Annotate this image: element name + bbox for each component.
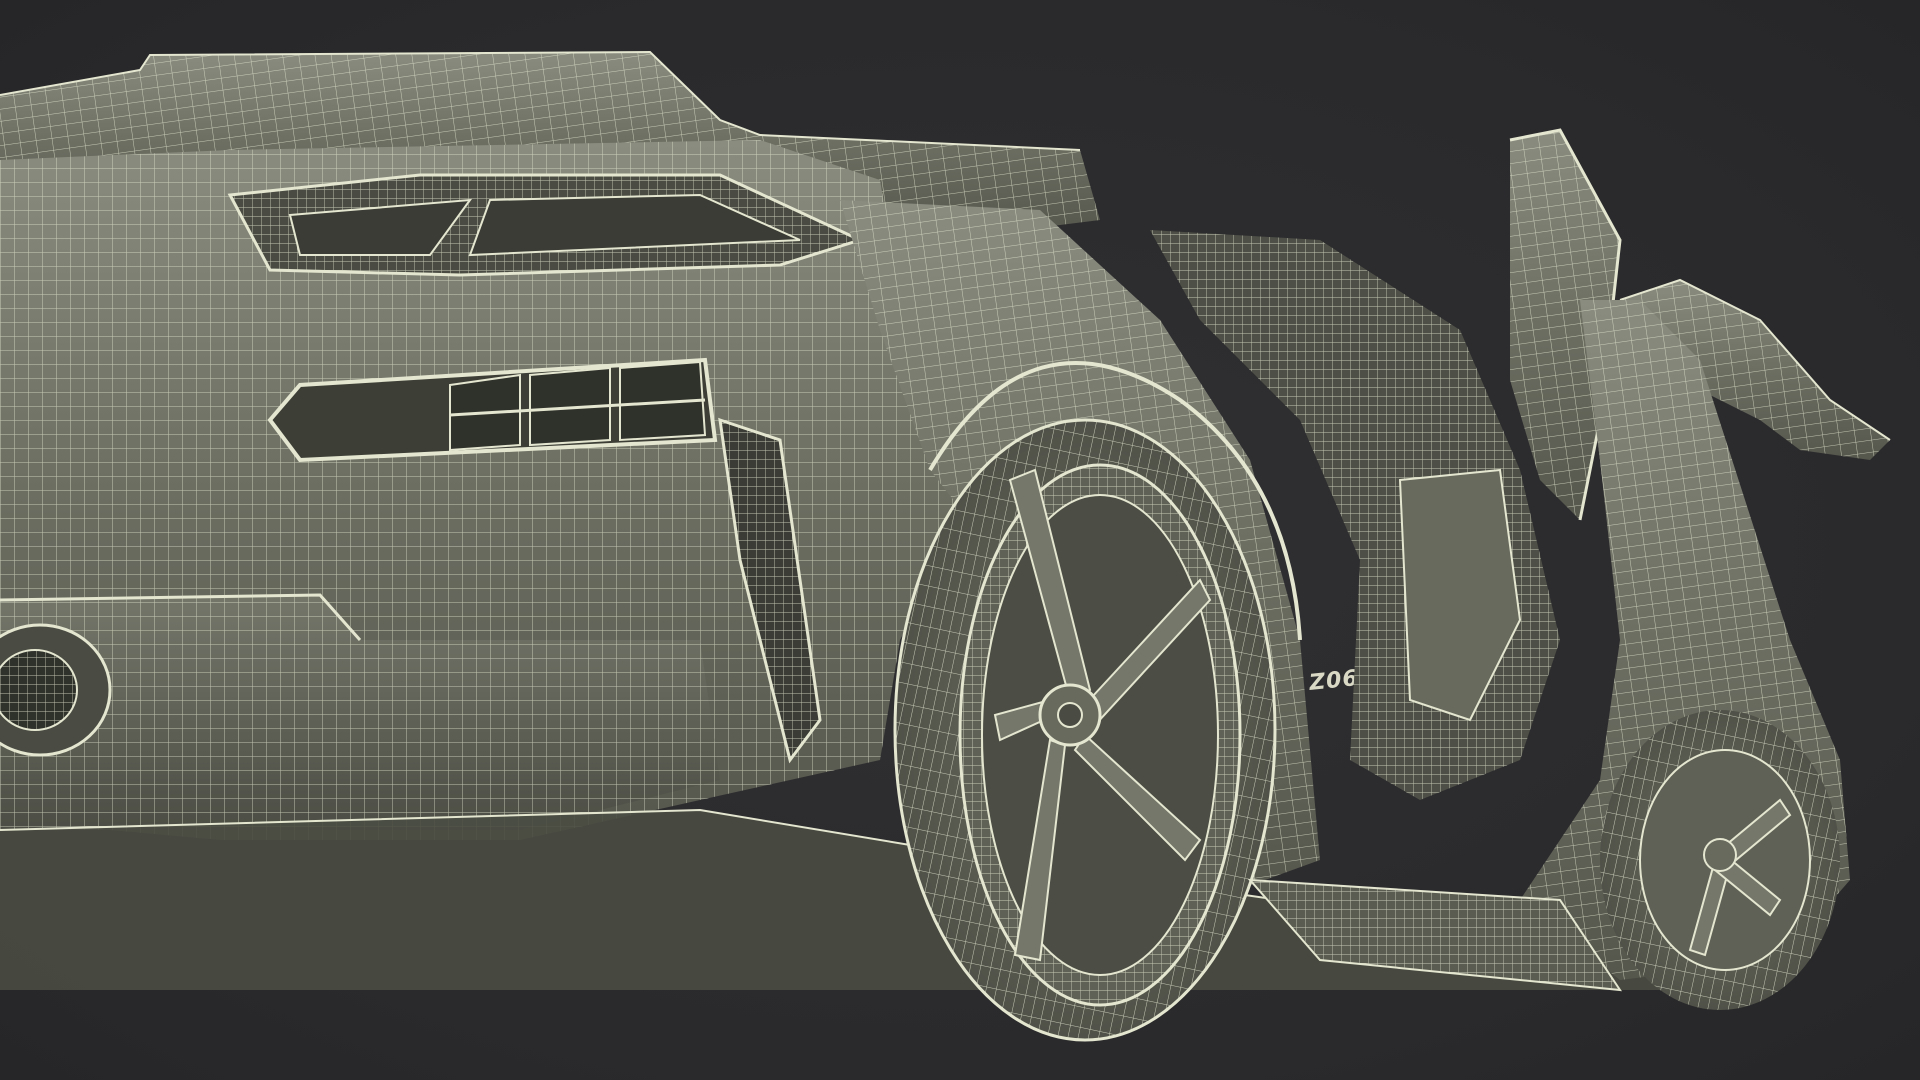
front-wheel — [1600, 710, 1840, 1010]
render-viewport: Z06 — [0, 0, 1920, 1080]
model-badge: Z06 — [1307, 666, 1360, 696]
badge-text: Z06 — [1307, 666, 1360, 696]
car-wireframe-render: Z06 — [0, 50, 1891, 1042]
